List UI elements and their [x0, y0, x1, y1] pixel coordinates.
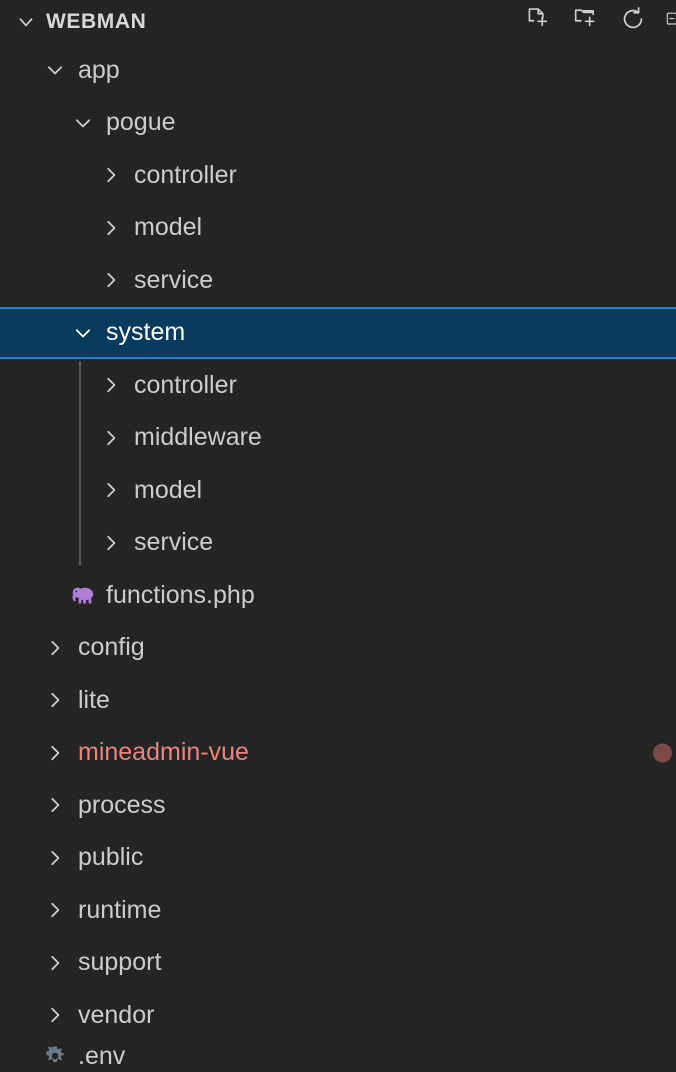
chevron-right-icon[interactable] [40, 895, 70, 925]
chevron-right-icon[interactable] [96, 265, 126, 295]
chevron-right-icon[interactable] [40, 1000, 70, 1030]
status-badge [653, 743, 672, 763]
chevron-right-icon[interactable] [96, 213, 126, 243]
tree-row-label: pogue [106, 108, 176, 137]
tree-row-folder[interactable]: runtime [0, 884, 676, 937]
tree-row-folder[interactable]: controller [0, 149, 676, 202]
tree-row-label: controller [134, 370, 237, 399]
chevron-right-icon[interactable] [40, 790, 70, 820]
tree-row-label: process [78, 790, 166, 819]
tree-row-label: support [78, 948, 162, 977]
tree-row-label: model [134, 213, 203, 242]
chevron-right-icon[interactable] [96, 423, 126, 453]
chevron-down-icon[interactable] [68, 318, 98, 348]
chevron-right-icon[interactable] [96, 370, 126, 400]
tree-row-folder[interactable]: lite [0, 674, 676, 727]
chevron-right-icon[interactable] [96, 475, 126, 505]
tree-row-label: service [134, 265, 214, 294]
tree-row-label: mineadmin-vue [78, 738, 249, 767]
tree-row-label: middleware [134, 423, 262, 452]
tree-row-label: controller [134, 160, 237, 189]
chevron-right-icon[interactable] [96, 160, 126, 190]
chevron-down-icon[interactable] [12, 8, 40, 36]
tree-row-folder[interactable]: mineadmin-vue [0, 727, 676, 780]
new-folder-icon[interactable] [568, 2, 602, 36]
chevron-right-icon[interactable] [40, 738, 70, 768]
chevron-right-icon[interactable] [40, 633, 70, 663]
explorer-section-header[interactable]: WEBMAN [0, 0, 676, 44]
tree-row-folder[interactable]: vendor [0, 989, 676, 1042]
tree-row-file[interactable]: .env [0, 1042, 676, 1072]
chevron-down-icon[interactable] [40, 55, 70, 85]
chevron-right-icon[interactable] [96, 528, 126, 558]
tree-row-folder[interactable]: controller [0, 359, 676, 412]
tree-row-folder[interactable]: pogue [0, 97, 676, 150]
chevron-right-icon[interactable] [40, 843, 70, 873]
gear-icon [40, 1042, 70, 1072]
tree-row-label: vendor [78, 1000, 155, 1029]
php-elephant-icon [68, 580, 98, 610]
collapse-all-icon[interactable] [664, 2, 676, 36]
chevron-down-icon[interactable] [68, 108, 98, 138]
tree-row-folder[interactable]: model [0, 202, 676, 255]
tree-row-label: functions.php [106, 580, 255, 609]
tree-row-file[interactable]: functions.php [0, 569, 676, 622]
tree-row-label: .env [78, 1041, 126, 1070]
tree-row-folder[interactable]: config [0, 622, 676, 675]
tree-row-folder[interactable]: middleware [0, 412, 676, 465]
new-file-icon[interactable] [520, 2, 554, 36]
tree-row-label: lite [78, 685, 110, 714]
tree-row-folder[interactable]: service [0, 254, 676, 307]
explorer-toolbar [520, 2, 676, 36]
tree-row-label: service [134, 528, 214, 557]
tree-row-folder[interactable]: process [0, 779, 676, 832]
tree-row-folder[interactable]: public [0, 832, 676, 885]
refresh-icon[interactable] [616, 2, 650, 36]
tree-row-label: system [106, 318, 186, 347]
tree-row-folder[interactable]: service [0, 517, 676, 570]
tree-row-label: app [78, 55, 120, 84]
tree-row-folder[interactable]: system [0, 306, 676, 359]
indent-guide [79, 361, 81, 565]
tree-row-label: public [78, 843, 144, 872]
chevron-right-icon[interactable] [40, 948, 70, 978]
page-title: WEBMAN [46, 10, 147, 33]
file-tree: app pogue controller model service system cont… [0, 44, 676, 1072]
tree-row-folder[interactable]: support [0, 937, 676, 990]
tree-row-label: config [78, 633, 145, 662]
tree-row-label: model [134, 475, 203, 504]
file-explorer-panel: WEBMAN app pogue controller model servic… [0, 0, 676, 1072]
chevron-right-icon[interactable] [40, 685, 70, 715]
tree-row-folder[interactable]: app [0, 44, 676, 97]
tree-row-folder[interactable]: model [0, 464, 676, 517]
tree-row-label: runtime [78, 895, 162, 924]
